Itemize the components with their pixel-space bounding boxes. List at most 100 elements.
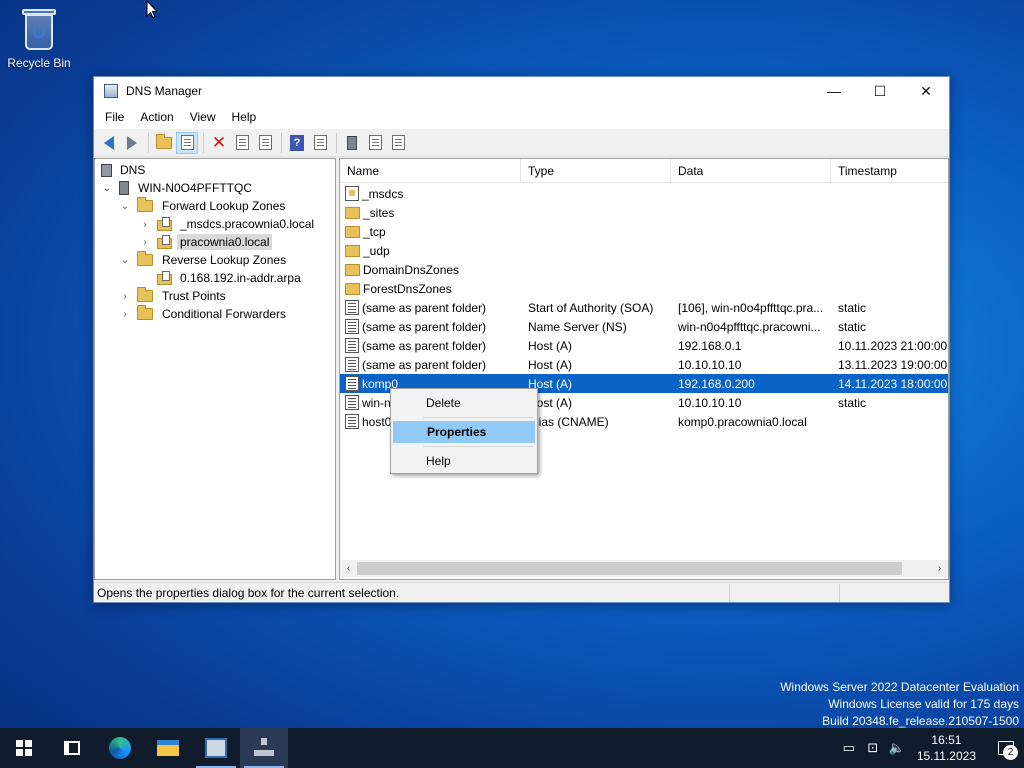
folder-up-icon bbox=[156, 133, 172, 149]
tree-node-server[interactable]: ⌄ WIN-N0O4PFFTTQC bbox=[101, 179, 255, 197]
export-list-icon bbox=[258, 135, 272, 150]
up-one-level-button[interactable] bbox=[153, 132, 175, 154]
network-adapter-icon[interactable]: ▭ bbox=[839, 738, 859, 758]
column-header-timestamp[interactable]: Timestamp bbox=[831, 159, 948, 183]
column-header-data[interactable]: Data bbox=[671, 159, 831, 183]
column-header-type[interactable]: Type bbox=[521, 159, 671, 183]
tree-node-reverse-zone[interactable]: 0.168.192.in-addr.arpa bbox=[157, 269, 304, 287]
delete-toolbar-button[interactable]: ✕ bbox=[208, 132, 230, 154]
cell-data: win-n0o4pffttqc.pracowni... bbox=[678, 319, 821, 334]
cell-type: Name Server (NS) bbox=[528, 319, 627, 334]
cell-type: Host (A) bbox=[528, 357, 573, 372]
zone-icon bbox=[157, 271, 173, 285]
menu-action[interactable]: Action bbox=[132, 110, 181, 124]
status-text: Opens the properties dialog box for the … bbox=[94, 583, 730, 602]
menu-file[interactable]: File bbox=[97, 110, 132, 124]
chevron-right-icon[interactable]: › bbox=[119, 291, 131, 302]
table-row[interactable]: DomainDnsZones bbox=[340, 260, 948, 279]
notification-badge: 2 bbox=[1003, 745, 1018, 760]
list-toolbar-button[interactable] bbox=[364, 132, 386, 154]
context-menu: Delete Properties Help bbox=[390, 388, 538, 474]
server-toolbar-button[interactable] bbox=[341, 132, 363, 154]
task-view-button[interactable] bbox=[48, 728, 96, 768]
clock[interactable]: 16:51 15.11.2023 bbox=[917, 732, 976, 764]
menu-view[interactable]: View bbox=[182, 110, 224, 124]
folder-icon bbox=[345, 206, 360, 219]
chevron-down-icon[interactable]: ⌄ bbox=[101, 183, 113, 194]
help-toolbar-button[interactable]: ? bbox=[286, 132, 308, 154]
tree-node-main-zone[interactable]: › pracownia0.local bbox=[139, 233, 273, 251]
context-menu-delete[interactable]: Delete bbox=[393, 392, 535, 414]
chevron-right-icon[interactable]: › bbox=[119, 309, 131, 320]
records-list: Name Type Data Timestamp _msdcs _sites _tc… bbox=[339, 158, 949, 580]
file-explorer-icon bbox=[157, 740, 179, 756]
zone-icon bbox=[157, 235, 173, 249]
file-explorer-button[interactable] bbox=[144, 728, 192, 768]
show-action-pane-button[interactable] bbox=[309, 132, 331, 154]
properties-toolbar-button[interactable] bbox=[231, 132, 253, 154]
table-row[interactable]: _tcp bbox=[340, 222, 948, 241]
edge-button[interactable] bbox=[96, 728, 144, 768]
recycle-bin[interactable]: Recycle Bin bbox=[6, 8, 72, 70]
dns-manager-taskbar-button[interactable] bbox=[240, 728, 288, 768]
export-list-button[interactable] bbox=[254, 132, 276, 154]
tree-node-reverse-lookup[interactable]: ⌄ Reverse Lookup Zones bbox=[119, 251, 289, 269]
toolbar-separator bbox=[336, 132, 337, 153]
cell-name: _msdcs bbox=[340, 186, 521, 201]
context-menu-separator bbox=[423, 417, 533, 418]
chevron-right-icon[interactable]: › bbox=[139, 219, 151, 230]
help-icon: ? bbox=[290, 134, 304, 151]
chevron-right-icon[interactable]: › bbox=[139, 237, 151, 248]
scroll-right-icon[interactable]: › bbox=[931, 563, 948, 574]
toolbar-separator bbox=[203, 132, 204, 153]
scroll-thumb[interactable] bbox=[357, 562, 902, 575]
tree-node-conditional-forwarders[interactable]: › Conditional Forwarders bbox=[119, 305, 289, 323]
server-manager-button[interactable] bbox=[192, 728, 240, 768]
tree-node-trust-points[interactable]: › Trust Points bbox=[119, 287, 229, 305]
chevron-down-icon[interactable]: ⌄ bbox=[119, 255, 131, 266]
windows-logo-icon bbox=[16, 740, 32, 756]
network-icon[interactable]: ⊡ bbox=[863, 738, 883, 758]
start-button[interactable] bbox=[0, 728, 48, 768]
table-row[interactable]: ForestDnsZones bbox=[340, 279, 948, 298]
dns-network-icon bbox=[254, 738, 274, 758]
tree-node-msdcs-zone[interactable]: › _msdcs.pracownia0.local bbox=[139, 215, 317, 233]
table-row[interactable]: (same as parent folder) Start of Authorit… bbox=[340, 298, 948, 317]
table-row[interactable]: (same as parent folder) Host (A) 192.168.0… bbox=[340, 336, 948, 355]
tree-node-forward-lookup[interactable]: ⌄ Forward Lookup Zones bbox=[119, 197, 288, 215]
menu-help[interactable]: Help bbox=[224, 110, 265, 124]
table-row[interactable]: _sites bbox=[340, 203, 948, 222]
tree-node-label: pracownia0.local bbox=[177, 234, 273, 250]
maximize-button[interactable]: ☐ bbox=[857, 77, 903, 105]
table-row[interactable]: (same as parent folder) Host (A) 10.10.10.… bbox=[340, 355, 948, 374]
close-button[interactable]: ✕ bbox=[903, 77, 949, 105]
record-name: ForestDnsZones bbox=[363, 281, 452, 296]
tree-node-label: _msdcs.pracownia0.local bbox=[180, 217, 315, 231]
table-row[interactable]: _udp bbox=[340, 241, 948, 260]
show-hide-tree-button[interactable] bbox=[176, 131, 198, 154]
table-row[interactable]: _msdcs bbox=[340, 184, 948, 203]
folder-icon bbox=[137, 197, 153, 212]
record-name: (same as parent folder) bbox=[362, 319, 487, 334]
server-icon bbox=[119, 181, 129, 195]
table-row[interactable]: (same as parent folder) Name Server (NS) w… bbox=[340, 317, 948, 336]
horizontal-scrollbar[interactable]: ‹ › bbox=[340, 560, 948, 577]
tree-node-dns[interactable]: DNS bbox=[99, 161, 148, 179]
dns-record-icon bbox=[345, 376, 359, 391]
back-button[interactable] bbox=[98, 132, 120, 154]
forward-button[interactable] bbox=[121, 132, 143, 154]
title-bar[interactable]: DNS Manager — ☐ ✕ bbox=[94, 77, 949, 105]
volume-muted-icon[interactable]: 🔈 bbox=[887, 738, 907, 758]
scroll-track[interactable] bbox=[357, 562, 931, 575]
chevron-down-icon[interactable]: ⌄ bbox=[119, 201, 131, 212]
records-toolbar-button[interactable] bbox=[387, 132, 409, 154]
column-header-name[interactable]: Name bbox=[340, 159, 521, 183]
context-menu-help[interactable]: Help bbox=[393, 450, 535, 472]
notifications-button[interactable]: 2 bbox=[988, 728, 1024, 768]
recycle-bin-icon bbox=[19, 8, 59, 52]
cell-name: ForestDnsZones bbox=[340, 282, 521, 296]
context-menu-properties[interactable]: Properties bbox=[393, 421, 535, 443]
scroll-left-icon[interactable]: ‹ bbox=[340, 563, 357, 574]
folder-icon bbox=[345, 282, 360, 295]
minimize-button[interactable]: — bbox=[811, 77, 857, 105]
